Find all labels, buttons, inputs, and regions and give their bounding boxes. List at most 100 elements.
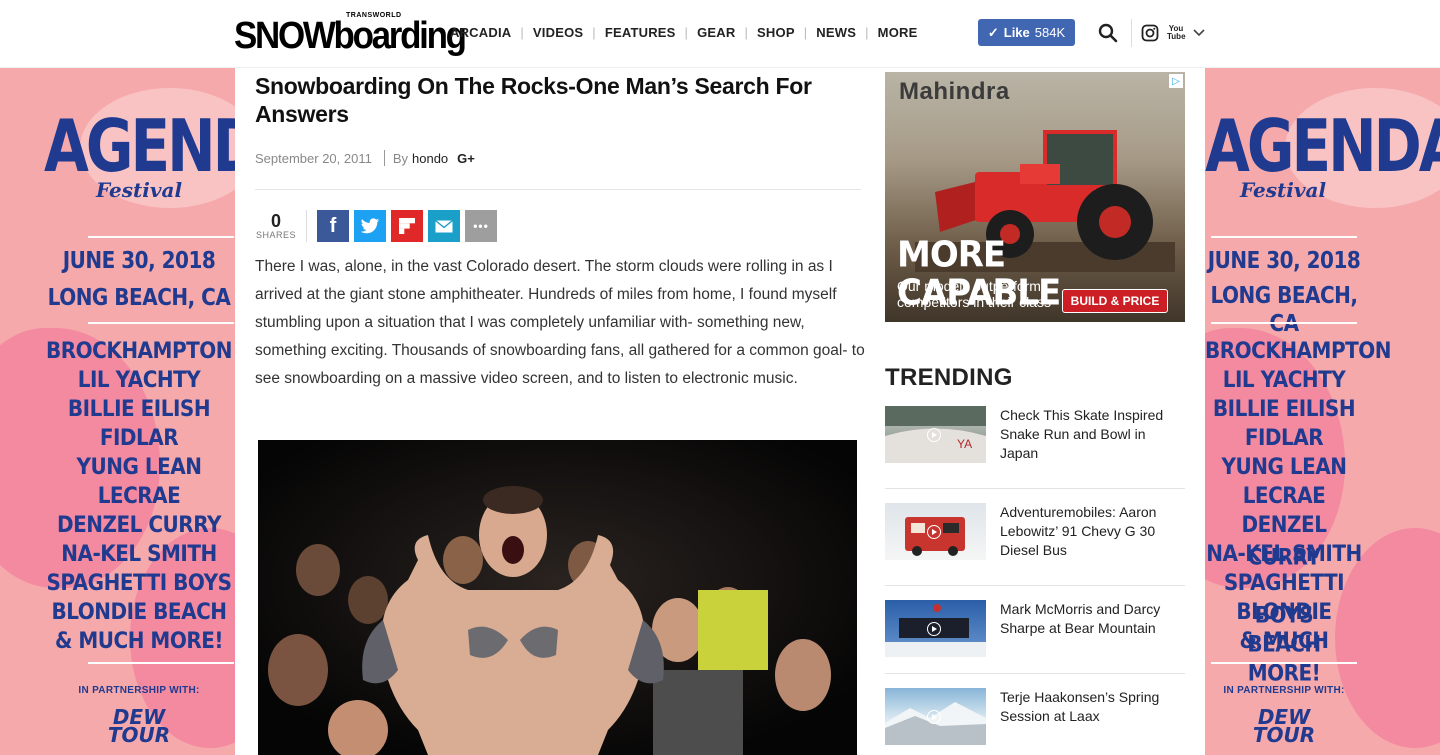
facebook-like-button[interactable]: ✓ Like 584K — [978, 19, 1075, 46]
facebook-share-button[interactable]: f — [317, 210, 349, 242]
share-count: 0 SHARES — [255, 212, 297, 240]
ad-location: LONG BEACH, CA — [1210, 281, 1358, 337]
youtube-label: You Tube — [1167, 24, 1186, 41]
ad-rule — [1211, 662, 1357, 664]
nav-videos[interactable]: VIDEOS — [533, 25, 583, 40]
site-logo[interactable]: TRANSWORLD SNOWboarding — [234, 12, 467, 58]
trending-title[interactable]: Terje Haakonsen’s Spring Session at Laax — [1000, 688, 1185, 726]
trending-heading: TRENDING — [885, 364, 1013, 391]
play-icon — [927, 622, 941, 636]
ad-subtext: Our models outperform competitors in the… — [897, 278, 1051, 310]
ad-rule — [88, 236, 234, 238]
article-date: September 20, 2011 — [255, 150, 372, 166]
ad-rule — [1211, 236, 1357, 238]
main-nav: ARCADIA | VIDEOS | FEATURES | GEAR | SHOP | N… — [450, 25, 917, 40]
divider — [255, 189, 861, 190]
nav-separator: | — [592, 25, 596, 40]
trending-thumbnail[interactable] — [885, 503, 986, 560]
twitter-icon — [360, 217, 380, 233]
ad-act: DENZEL CURRY — [57, 510, 221, 538]
checkmark-icon: ✓ — [987, 24, 999, 40]
ad-act: & MUCH MORE! — [54, 626, 224, 654]
ad-act: LECRAE — [97, 481, 181, 509]
ad-content: AGENDA Festival JUNE 30, 2018 LONG BEACH… — [0, 68, 235, 755]
right-festival-ad[interactable]: AGENDA Festival JUNE 30, 2018 LONG BEACH… — [1205, 68, 1440, 755]
share-divider — [306, 210, 307, 242]
logo-snowboarding: SNOWboarding — [234, 15, 467, 57]
ad-title: AGENDA — [1205, 103, 1440, 189]
chevron-down-icon[interactable] — [1188, 22, 1210, 44]
ad-lineup: BROCKHAMPTON LIL YACHTY BILLIE EILISH FI… — [44, 336, 234, 655]
nav-gear[interactable]: GEAR — [697, 25, 735, 40]
nav-features[interactable]: FEATURES — [605, 25, 676, 40]
nav-news[interactable]: NEWS — [816, 25, 856, 40]
header-divider — [1131, 19, 1132, 47]
ad-act: FIDLAR — [99, 423, 179, 451]
dew-tour-logo: DEW TOUR — [44, 707, 234, 747]
article-author[interactable]: hondo — [412, 151, 448, 166]
instagram-icon[interactable] — [1139, 22, 1161, 44]
ad-act: BLONDIE BEACH — [1236, 597, 1332, 657]
ad-act: BILLIE EILISH — [67, 394, 211, 422]
ad-partnership: IN PARTNERSHIP WITH: — [78, 685, 200, 696]
play-icon — [927, 428, 941, 442]
nav-separator: | — [744, 25, 749, 40]
ad-subtext-line2: competitors in their class — [897, 294, 1052, 310]
build-and-price-button[interactable]: BUILD & PRICE — [1062, 289, 1168, 313]
ad-act: YUNG LEAN — [76, 452, 202, 480]
play-icon — [927, 710, 941, 724]
ad-title: AGENDA — [44, 103, 235, 189]
nav-arcadia[interactable]: ARCADIA — [450, 25, 511, 40]
ad-subtitle: Festival — [95, 178, 183, 202]
trending-title[interactable]: Check This Skate Inspired Snake Run and … — [1000, 406, 1185, 463]
play-icon — [927, 525, 941, 539]
ad-act: YUNG LEAN — [1221, 452, 1347, 480]
ad-act: LECRAE — [1242, 481, 1326, 509]
share-count-label: SHARES — [255, 230, 296, 240]
ad-location: LONG BEACH, CA — [47, 283, 231, 311]
ad-brand: Mahindra — [899, 78, 1010, 105]
more-share-button[interactable]: ••• — [465, 210, 497, 242]
svg-text:YA: YA — [957, 437, 972, 451]
like-count: 584K — [1034, 25, 1066, 40]
nav-separator: | — [684, 25, 689, 40]
nav-separator: | — [520, 25, 524, 40]
share-count-number: 0 — [270, 211, 281, 231]
meta-divider — [383, 150, 385, 166]
youtube-icon[interactable]: You Tube — [1165, 22, 1187, 44]
ad-content: AGENDA Festival JUNE 30, 2018 LONG BEACH… — [1205, 68, 1440, 755]
ad-act: BROCKHAMPTON — [1205, 336, 1391, 364]
adchoices-icon[interactable]: ▷ — [1169, 74, 1183, 88]
nav-more[interactable]: MORE — [878, 25, 918, 40]
nav-separator: | — [803, 25, 808, 40]
google-plus-icon[interactable]: G+ — [457, 151, 475, 166]
left-festival-ad[interactable]: AGENDA Festival JUNE 30, 2018 LONG BEACH… — [0, 68, 235, 755]
article-title: Snowboarding On The Rocks-One Man’s Sear… — [255, 73, 812, 127]
divider — [885, 488, 1185, 489]
ad-act: NA-KEL SMITH — [1206, 539, 1362, 567]
article-meta: September 20, 2011 By hondo G+ — [255, 150, 475, 166]
ad-act: DENZEL CURRY — [1241, 510, 1327, 570]
trending-thumbnail[interactable] — [885, 600, 986, 657]
trending-title[interactable]: Mark McMorris and Darcy Sharpe at Bear M… — [1000, 600, 1185, 638]
trending-title[interactable]: Adventuremobiles: Aaron Lebowitz’ 91 Che… — [1000, 503, 1185, 560]
ad-rule — [88, 322, 234, 324]
twitter-share-button[interactable] — [354, 210, 386, 242]
trending-thumbnail[interactable]: YA — [885, 406, 986, 463]
ad-date: JUNE 30, 2018 — [62, 246, 216, 274]
ad-act: LIL YACHTY — [77, 365, 201, 393]
divider — [885, 673, 1185, 674]
search-icon[interactable] — [1097, 22, 1119, 44]
email-share-button[interactable] — [428, 210, 460, 242]
flipboard-share-button[interactable] — [391, 210, 423, 242]
dew-tour-line2: TOUR — [107, 723, 171, 747]
dew-tour-line2: TOUR — [1252, 723, 1316, 747]
ad-act: & MUCH MORE! — [1239, 626, 1329, 686]
trending-thumbnail[interactable] — [885, 688, 986, 745]
ad-act: LIL YACHTY — [1222, 365, 1346, 393]
ad-act: SPAGHETTI BOYS — [1223, 568, 1345, 628]
nav-shop[interactable]: SHOP — [757, 25, 795, 40]
ad-date: JUNE 30, 2018 — [1207, 246, 1361, 274]
mahindra-ad[interactable]: Mahindra ▷ MORE CAPABLE. Our models outp… — [885, 72, 1185, 322]
by-label: By — [392, 150, 409, 166]
